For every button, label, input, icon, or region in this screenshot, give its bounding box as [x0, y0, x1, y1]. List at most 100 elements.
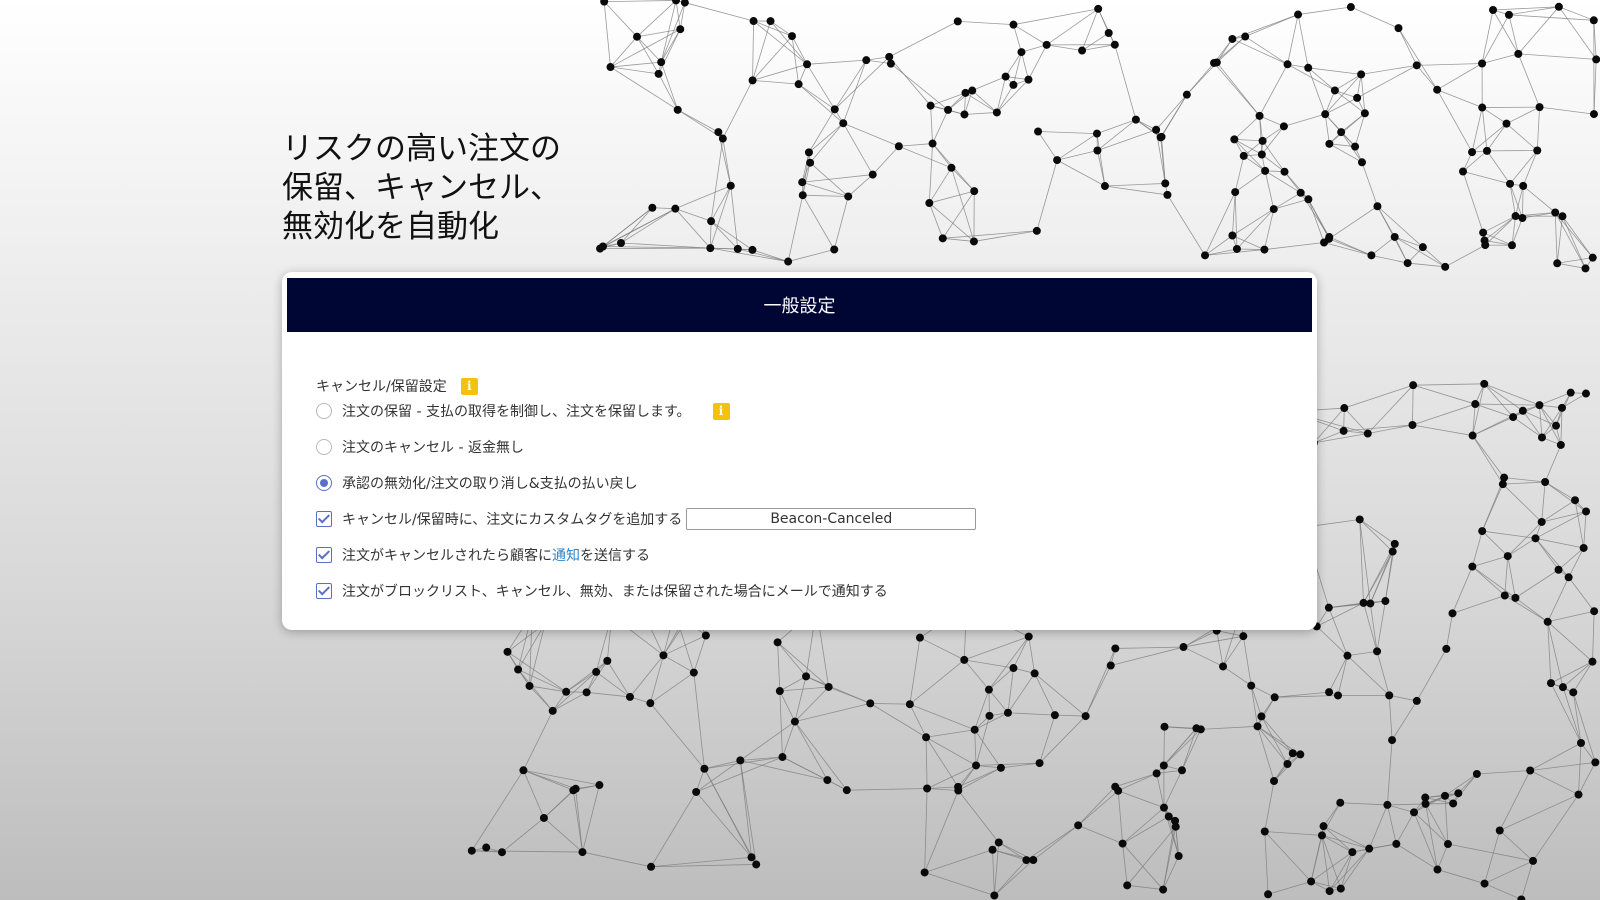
- network-line: [1328, 238, 1372, 256]
- network-node: [970, 187, 979, 196]
- network-line: [1547, 621, 1593, 662]
- network-line: [1387, 804, 1415, 813]
- headline-line-2: 保留、キャンセル、: [282, 170, 561, 206]
- network-line: [787, 195, 804, 262]
- network-line: [1504, 595, 1548, 623]
- network-line: [1544, 481, 1587, 512]
- network-node: [1489, 6, 1498, 15]
- network-node: [1280, 167, 1289, 176]
- network-line: [565, 660, 608, 693]
- network-line: [1161, 136, 1166, 184]
- network-line: [1264, 780, 1275, 832]
- network-line: [1522, 185, 1556, 213]
- network-node: [1304, 63, 1313, 72]
- headline-line-1: リスクの高い注文の: [282, 131, 561, 167]
- network-line: [1376, 651, 1390, 696]
- network-line: [924, 849, 993, 873]
- network-node: [1566, 388, 1575, 397]
- radio-option-cancel[interactable]: 注文のキャンセル - 返金無し: [316, 436, 524, 458]
- checkbox-email-alert[interactable]: [316, 583, 332, 599]
- checkbox-notify-customer[interactable]: [316, 547, 332, 563]
- network-line: [927, 788, 959, 791]
- custom-tag-input[interactable]: [686, 508, 977, 530]
- notify-label-before: 注文がキャンセルされたら顧客に: [342, 548, 552, 564]
- network-node: [676, 25, 685, 34]
- info-icon[interactable]: i: [460, 377, 478, 395]
- network-line: [1163, 726, 1165, 766]
- network-line: [582, 784, 600, 853]
- network-node: [1557, 403, 1566, 412]
- headline-line-3: 無効化を自動化: [282, 209, 499, 245]
- radio-cancel-label: 注文のキャンセル - 返金無し: [342, 440, 524, 456]
- network-line: [1512, 416, 1543, 438]
- network-line: [1264, 208, 1275, 250]
- network-node: [1531, 534, 1540, 543]
- radio-cancel[interactable]: [316, 439, 332, 455]
- network-node: [922, 733, 931, 742]
- network-line: [1416, 63, 1483, 66]
- network-line: [1452, 773, 1478, 804]
- network-node: [1502, 119, 1511, 128]
- network-line: [1046, 44, 1083, 51]
- network-line: [834, 59, 867, 110]
- network-node: [1367, 251, 1376, 260]
- network-line: [1200, 725, 1258, 730]
- network-line: [693, 635, 707, 673]
- network-line: [1186, 62, 1218, 95]
- network-node: [1589, 16, 1598, 25]
- checkbox-option-notify-customer[interactable]: 注文がキャンセルされたら顧客に 通知 を送信する: [316, 544, 650, 566]
- network-line: [1572, 692, 1596, 763]
- network-line: [1232, 192, 1236, 236]
- network-line: [1481, 14, 1510, 64]
- network-line: [925, 737, 928, 789]
- network-node: [1228, 34, 1237, 43]
- network-node: [1159, 761, 1168, 770]
- network-node: [1009, 20, 1018, 29]
- network-node: [654, 69, 663, 78]
- network-line: [1329, 848, 1370, 892]
- checkbox-option-custom-tag[interactable]: キャンセル/保留時に、注文にカスタムタグを追加する: [316, 508, 977, 530]
- network-line: [1518, 6, 1560, 55]
- network-node: [1554, 2, 1563, 11]
- network-node: [1553, 259, 1562, 268]
- network-node: [803, 60, 812, 69]
- network-line: [677, 109, 719, 133]
- network-line: [730, 185, 739, 249]
- radio-option-void[interactable]: 承認の無効化/注文の取り消し&支払の払い戻し: [316, 472, 638, 494]
- network-line: [543, 817, 583, 853]
- network-node: [1529, 856, 1538, 865]
- network-line: [1472, 555, 1508, 567]
- network-line: [1506, 123, 1538, 151]
- network-line: [1287, 14, 1299, 65]
- network-line: [1502, 481, 1546, 485]
- network-node: [1558, 683, 1567, 692]
- notification-link[interactable]: 通知: [552, 545, 580, 565]
- checkbox-custom-tag[interactable]: [316, 511, 332, 527]
- network-line: [870, 702, 910, 705]
- network-line: [843, 122, 899, 147]
- network-node: [1270, 777, 1279, 786]
- network-line: [1536, 107, 1540, 151]
- network-node: [1017, 48, 1026, 57]
- info-icon[interactable]: i: [712, 402, 730, 420]
- network-line: [582, 851, 652, 868]
- network-line: [1021, 51, 1029, 80]
- checkbox-option-email-alert[interactable]: 注文がブロックリスト、キャンセル、無効、または保留された場合にメールで通知する: [316, 580, 888, 602]
- radio-hold[interactable]: [316, 403, 332, 419]
- network-line: [1034, 673, 1086, 717]
- network-node: [1296, 750, 1305, 759]
- radio-option-hold[interactable]: 注文の保留 - 支払の取得を制御し、注文を保留します。 i: [316, 400, 730, 422]
- network-node: [885, 52, 894, 61]
- network-node: [1478, 103, 1487, 112]
- network-line: [1481, 9, 1494, 64]
- network-line: [1323, 802, 1341, 827]
- network-line: [603, 1, 638, 37]
- network-node: [647, 862, 656, 871]
- network-line: [1122, 816, 1169, 844]
- radio-void[interactable]: [316, 475, 332, 491]
- network-line: [1114, 44, 1137, 120]
- network-node: [1100, 182, 1109, 191]
- network-node: [1556, 440, 1565, 449]
- network-line: [1244, 36, 1288, 65]
- network-line: [808, 122, 844, 153]
